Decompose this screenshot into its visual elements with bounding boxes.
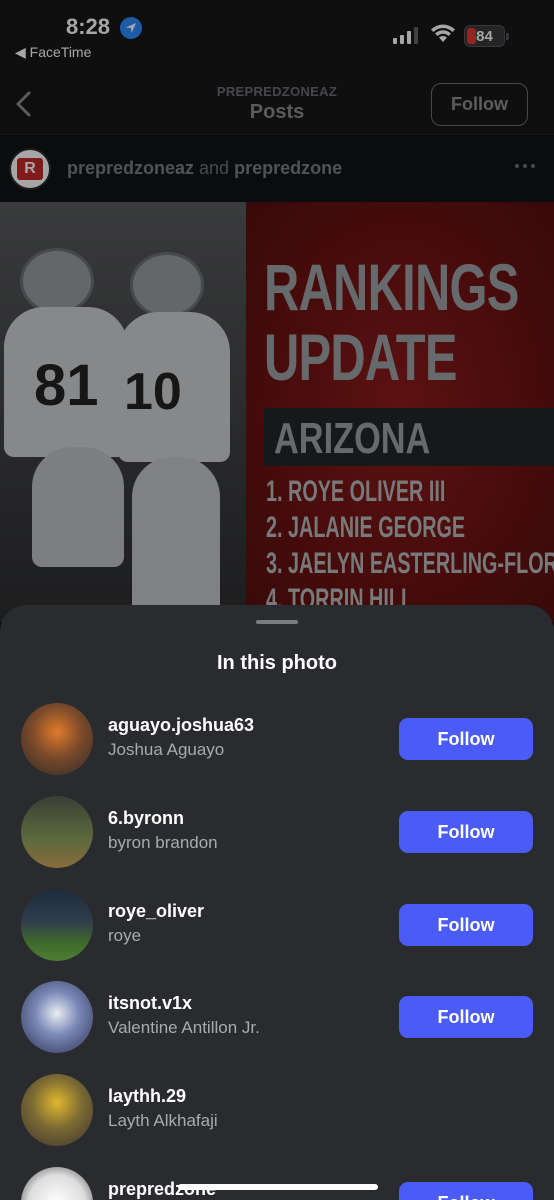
follow-button[interactable]: Follow (399, 718, 533, 760)
follow-button[interactable]: Follow (399, 996, 533, 1038)
full-name: byron brandon (108, 833, 218, 852)
home-indicator[interactable] (178, 1184, 378, 1190)
tagged-person-row[interactable]: 6.byronn byron brandon Follow (0, 796, 554, 876)
tagged-person-row[interactable]: laythh.29 Layth Alkhafaji (0, 1074, 554, 1154)
avatar[interactable] (21, 703, 93, 775)
username[interactable]: laythh.29 (108, 1086, 186, 1107)
full-name: Valentine Antillon Jr. (108, 1018, 260, 1037)
avatar[interactable] (21, 1167, 93, 1200)
follow-button[interactable]: Follow (399, 1182, 533, 1200)
avatar[interactable] (21, 981, 93, 1053)
username[interactable]: aguayo.joshua63 (108, 715, 254, 736)
username[interactable]: 6.byronn (108, 808, 184, 829)
sheet-drag-handle[interactable] (256, 620, 298, 624)
avatar[interactable] (21, 1074, 93, 1146)
full-name: Layth Alkhafaji (108, 1111, 218, 1130)
follow-button[interactable]: Follow (399, 904, 533, 946)
tagged-people-sheet: In this photo aguayo.joshua63 Joshua Agu… (0, 605, 554, 1200)
follow-button[interactable]: Follow (399, 811, 533, 853)
screen: 8:28 ◀ FaceTime 84 PREPREDZONEAZ Posts F… (0, 0, 554, 1200)
tagged-person-row[interactable]: aguayo.joshua63 Joshua Aguayo Follow (0, 703, 554, 783)
avatar[interactable] (21, 889, 93, 961)
sheet-title: In this photo (217, 652, 337, 674)
username[interactable]: roye_oliver (108, 901, 204, 922)
username[interactable]: itsnot.v1x (108, 993, 192, 1014)
tagged-person-row[interactable]: roye_oliver roye Follow (0, 889, 554, 969)
tagged-person-row[interactable]: itsnot.v1x Valentine Antillon Jr. Follow (0, 981, 554, 1061)
full-name: roye (108, 926, 142, 945)
avatar[interactable] (21, 796, 93, 868)
full-name: Joshua Aguayo (108, 740, 225, 759)
